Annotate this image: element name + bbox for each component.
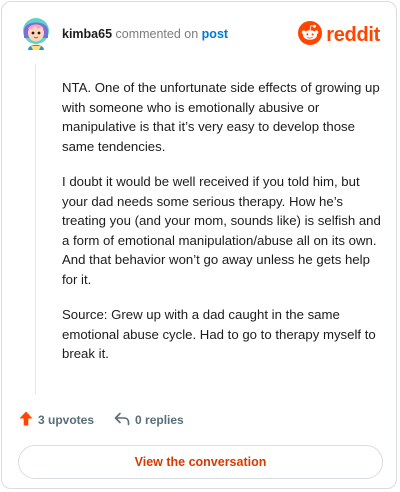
post-link[interactable]: post bbox=[202, 27, 228, 41]
upvote-button[interactable]: 3 upvotes bbox=[19, 411, 94, 429]
comment-header: kimba65 commented on post reddit bbox=[2, 2, 396, 64]
comment-paragraph: I doubt it would be well received if you… bbox=[62, 174, 381, 287]
upvote-count: 3 upvotes bbox=[38, 413, 95, 427]
comment-meta: kimba65 commented on post bbox=[62, 26, 228, 42]
reddit-brand[interactable]: reddit bbox=[298, 21, 380, 50]
reply-count: 0 replies bbox=[135, 413, 184, 427]
comment-card: kimba65 commented on post reddit NTA. On… bbox=[1, 1, 397, 489]
comment-paragraph: NTA. One of the unfortunate side effects… bbox=[62, 80, 380, 154]
comment-paragraph: Source: Grew up with a dad caught in the… bbox=[62, 307, 376, 361]
thread-line bbox=[35, 64, 36, 394]
username-link[interactable]: kimba65 bbox=[62, 27, 112, 41]
comment-body: NTA. One of the unfortunate side effects… bbox=[62, 78, 384, 380]
reply-arrow-icon bbox=[114, 412, 135, 429]
view-conversation-button[interactable]: View the conversation bbox=[18, 445, 383, 479]
reddit-wordmark: reddit bbox=[326, 24, 380, 46]
comment-action-text: commented on bbox=[112, 27, 202, 41]
user-avatar-icon[interactable] bbox=[19, 16, 53, 50]
upvote-arrow-icon bbox=[19, 411, 38, 429]
reply-button[interactable]: 0 replies bbox=[114, 412, 184, 429]
comment-stats: 3 upvotes 0 replies bbox=[19, 411, 184, 429]
reddit-snoo-icon bbox=[298, 21, 323, 50]
